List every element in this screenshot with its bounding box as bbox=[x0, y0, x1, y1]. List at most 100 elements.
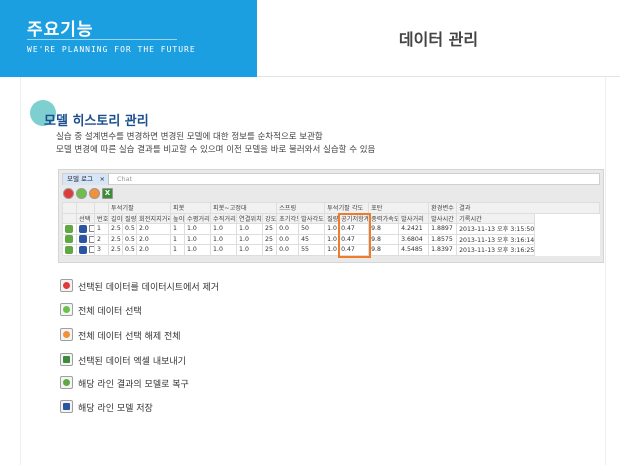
table-cell: 1.0 bbox=[184, 233, 212, 245]
tab-close-icon[interactable]: × bbox=[100, 174, 105, 185]
column-header: 질량 bbox=[324, 212, 340, 224]
group-header: 투석기팔 bbox=[107, 202, 172, 214]
column-header-row: 선택 번호 길이 질량 회전지지거리 높이 수평거리 수직거리 연결위치 강도 … bbox=[62, 212, 600, 224]
restore-icon[interactable] bbox=[65, 235, 73, 244]
table-cell: 55 bbox=[298, 244, 326, 256]
select-all-icon bbox=[60, 303, 73, 316]
row-checkbox[interactable] bbox=[88, 235, 94, 243]
column-header: 초기각도 bbox=[276, 212, 300, 224]
table-cell: 9.8 bbox=[368, 244, 400, 256]
table-cell: 25 bbox=[262, 223, 278, 235]
table-cell: 2 bbox=[94, 233, 109, 245]
grid-toolbar: X bbox=[62, 187, 600, 201]
table-cell: 0.0 bbox=[276, 223, 300, 235]
table-row[interactable]: 1 2.5 0.5 2.0 1 1.0 1.0 1.0 25 0.0 50 1.… bbox=[62, 223, 600, 235]
table-cell: 1 bbox=[170, 223, 186, 235]
table-cell: 1.0 bbox=[324, 223, 340, 235]
table-cell: 1.0 bbox=[210, 233, 238, 245]
table-cell: 3.6804 bbox=[398, 233, 430, 245]
column-header: 강도 bbox=[262, 212, 278, 224]
legend-text: 전체 데이터 선택 bbox=[78, 307, 142, 317]
group-header: 스프링 bbox=[276, 202, 326, 214]
table-cell: 2013-11-13 오후 3:16:14 bbox=[456, 233, 536, 245]
legend-item-select-all: 전체 데이터 선택 bbox=[60, 301, 360, 317]
column-header: 선택 bbox=[76, 212, 95, 224]
restore-icon[interactable] bbox=[65, 245, 73, 254]
column-header: 수평거리 bbox=[184, 212, 212, 224]
column-header: 발사거리 bbox=[398, 212, 430, 224]
legend-text: 해당 라인 결과의 모델로 복구 bbox=[78, 380, 189, 390]
remove-button[interactable] bbox=[63, 188, 74, 199]
table-cell: 1.0 bbox=[184, 223, 212, 235]
column-header: 발사시간 bbox=[428, 212, 458, 224]
save-icon[interactable] bbox=[79, 245, 87, 254]
column-header: 공기저항계수 bbox=[338, 212, 370, 224]
table-cell: 0.47 bbox=[338, 223, 370, 235]
table-row[interactable]: 2 2.5 0.5 2.0 1 1.0 1.0 1.0 25 0.0 45 1.… bbox=[62, 233, 600, 245]
table-cell: 0.0 bbox=[276, 233, 300, 245]
table-cell: 50 bbox=[298, 223, 326, 235]
right-divider bbox=[605, 77, 606, 465]
table-cell: 9.8 bbox=[368, 223, 400, 235]
legend-item-restore: 해당 라인 결과의 모델로 복구 bbox=[60, 374, 360, 390]
table-cell: 3 bbox=[94, 244, 109, 256]
deselect-all-button[interactable] bbox=[89, 188, 100, 199]
save-icon[interactable] bbox=[79, 235, 87, 244]
table-cell: 1.8575 bbox=[428, 233, 458, 245]
history-table: 투석기팔 피봇 피봇~고정대 스프링 투석기팔 각도 포탄 환경변수 결과 선택… bbox=[62, 202, 600, 256]
excel-export-icon bbox=[60, 353, 73, 366]
table-cell: 2.0 bbox=[135, 233, 172, 245]
restore-icon[interactable] bbox=[65, 224, 73, 233]
group-header: 피봇 bbox=[170, 202, 212, 214]
section-title: 모델 히스토리 관리 bbox=[44, 114, 149, 129]
select-all-button[interactable] bbox=[76, 188, 87, 199]
table-cell: 4.2421 bbox=[398, 223, 430, 235]
table-cell: 25 bbox=[262, 244, 278, 256]
table-cell: 9.8 bbox=[368, 233, 400, 245]
table-cell: 0.47 bbox=[338, 244, 370, 256]
left-divider bbox=[20, 77, 21, 465]
table-cell: 1.0 bbox=[210, 244, 238, 256]
legend-text: 선택된 데이터 엑셀 내보내기 bbox=[78, 357, 186, 367]
model-history-grid: 모델 로그 × Chat X 투석기팔 피봇 피봇~고정대 스프링 투석기팔 각… bbox=[58, 169, 604, 263]
group-header: 결과 bbox=[456, 202, 600, 214]
header: 주요기능 WE'RE PLANNING FOR THE FUTURE 데이터 관… bbox=[0, 0, 620, 77]
page-title: 데이터 관리 bbox=[398, 30, 479, 49]
legend-item-excel: 선택된 데이터 엑셀 내보내기 bbox=[60, 351, 360, 367]
table-cell: 1 bbox=[170, 233, 186, 245]
group-header-row: 투석기팔 피봇 피봇~고정대 스프링 투석기팔 각도 포탄 환경변수 결과 bbox=[62, 202, 600, 214]
table-cell: 1 bbox=[170, 244, 186, 256]
table-cell: 0.5 bbox=[122, 244, 137, 256]
legend-item-deselect-all: 전체 데이터 선택 해제 전체 bbox=[60, 326, 360, 342]
table-row[interactable]: 3 2.5 0.5 2.0 1 1.0 1.0 1.0 25 0.0 55 1.… bbox=[62, 244, 600, 256]
excel-export-button[interactable]: X bbox=[102, 188, 113, 199]
table-cell: 1.0 bbox=[236, 233, 264, 245]
table-cell: 0.0 bbox=[276, 244, 300, 256]
section-description-line2: 모델 변경에 따른 실습 결과를 비교할 수 있으며 이전 모델을 바로 불러와… bbox=[56, 145, 376, 155]
table-cell: 2013-11-13 오후 3:16:25 bbox=[456, 244, 536, 256]
restore-icon bbox=[60, 376, 73, 389]
column-header: 수직거리 bbox=[210, 212, 238, 224]
section-description-line1: 실습 중 설계변수를 변경하면 변경된 모델에 대한 정보를 순차적으로 보관함 bbox=[56, 132, 323, 142]
tab-chat[interactable]: Chat bbox=[113, 174, 136, 185]
row-checkbox[interactable] bbox=[88, 225, 94, 233]
group-header: 투석기팔 각도 bbox=[324, 202, 370, 214]
legend-text: 해당 라인 모델 저장 bbox=[78, 404, 153, 414]
column-header: 회전지지거리 bbox=[135, 212, 172, 224]
table-cell: 45 bbox=[298, 233, 326, 245]
brand-panel: 주요기능 WE'RE PLANNING FOR THE FUTURE bbox=[0, 0, 257, 77]
table-cell: 1.8397 bbox=[428, 244, 458, 256]
table-cell: 2.5 bbox=[108, 233, 123, 245]
table-cell: 2.0 bbox=[135, 244, 172, 256]
table-cell: 2.5 bbox=[108, 223, 123, 235]
brand-divider bbox=[27, 39, 177, 40]
save-icon[interactable] bbox=[79, 224, 87, 233]
table-cell: 0.5 bbox=[122, 223, 137, 235]
column-header: 질량 bbox=[122, 212, 137, 224]
table-cell: 0.5 bbox=[122, 233, 137, 245]
column-header: 길이 bbox=[108, 212, 123, 224]
tab-model-log[interactable]: 모델 로그 × bbox=[63, 174, 109, 185]
table-cell: 1 bbox=[94, 223, 109, 235]
row-checkbox[interactable] bbox=[88, 246, 94, 254]
table-cell: 25 bbox=[262, 233, 278, 245]
